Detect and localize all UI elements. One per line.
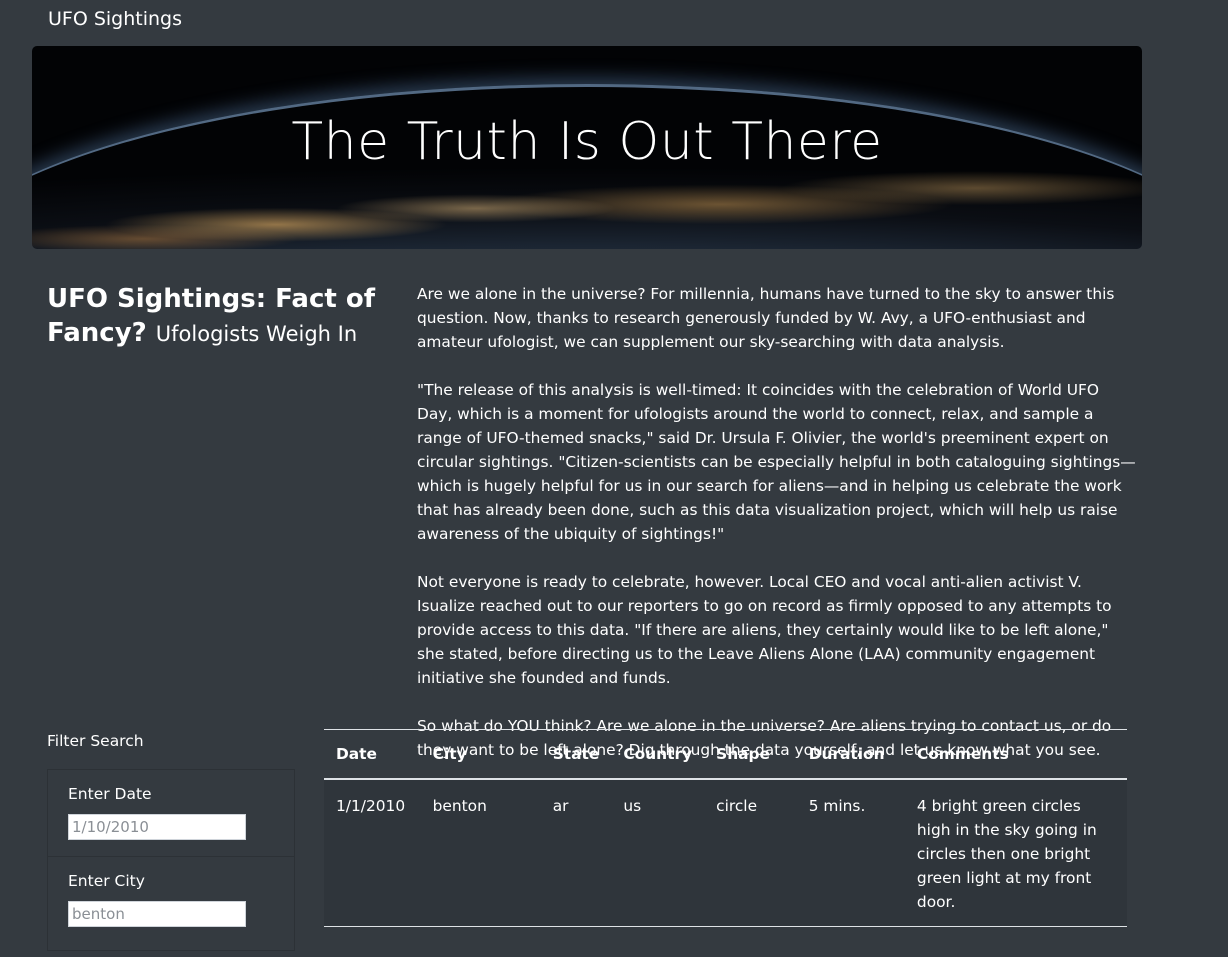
filter-item-date: Enter Date <box>48 770 294 857</box>
column-header-date: Date <box>324 729 421 780</box>
sightings-table: Date City State Country Shape Duration C… <box>324 729 1127 927</box>
city-filter-input[interactable] <box>68 901 246 927</box>
article-paragraph: Are we alone in the universe? For millen… <box>417 285 1115 351</box>
column-header-city: City <box>420 729 541 780</box>
cell-date: 1/1/2010 <box>324 779 421 927</box>
table-header-row: Date City State Country Shape Duration C… <box>324 729 1127 780</box>
column-header-duration: Duration <box>796 729 905 780</box>
hero-banner: The Truth Is Out There <box>32 46 1142 249</box>
table-row: 1/1/2010 benton ar us circle 5 mins. 4 b… <box>324 779 1127 927</box>
cell-country: us <box>611 779 705 927</box>
column-header-comments: Comments <box>904 729 1127 780</box>
city-filter-label: Enter City <box>68 872 145 890</box>
filter-search-title: Filter Search <box>47 732 144 750</box>
hero-title: The Truth Is Out There <box>291 112 883 172</box>
article-paragraph: Not everyone is ready to celebrate, howe… <box>417 573 1112 687</box>
cell-duration: 5 mins. <box>796 779 905 927</box>
cell-comments: 4 bright green circles high in the sky g… <box>904 779 1127 927</box>
navbar-brand[interactable]: UFO Sightings <box>48 8 182 30</box>
headline-subtitle: Ufologists Weigh In <box>155 322 358 346</box>
article-body: Are we alone in the universe? For millen… <box>417 282 1139 786</box>
date-filter-label: Enter Date <box>68 785 152 803</box>
article-paragraph: "The release of this analysis is well-ti… <box>417 381 1136 543</box>
date-filter-input[interactable] <box>68 814 246 840</box>
column-header-state: State <box>540 729 612 780</box>
filter-item-city: Enter City <box>48 857 294 957</box>
article-headline: UFO Sightings: Fact of Fancy? Ufologists… <box>47 282 377 351</box>
cell-state: ar <box>540 779 612 927</box>
cell-shape: circle <box>704 779 797 927</box>
cell-city: benton <box>420 779 541 927</box>
column-header-country: Country <box>611 729 705 780</box>
column-header-shape: Shape <box>704 729 797 780</box>
navbar: UFO Sightings <box>0 0 1228 40</box>
filter-panel: Enter Date Enter City <box>47 769 295 951</box>
